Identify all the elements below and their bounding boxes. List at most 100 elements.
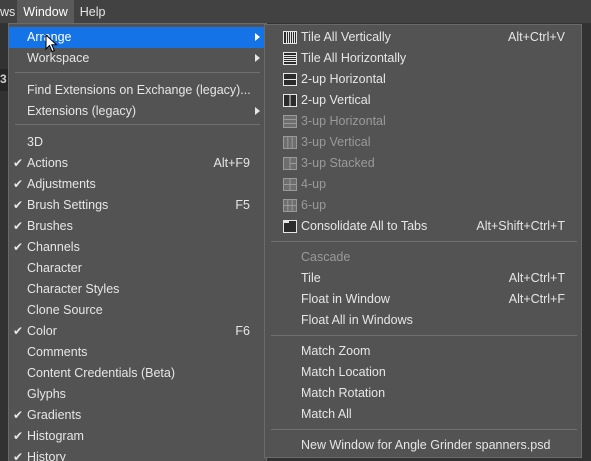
menu-item-actions[interactable]: ✔ Actions Alt+F9 [9,153,266,174]
menu-item-label: Glyphs [27,387,66,401]
menu-item-clone-source[interactable]: Clone Source [9,300,266,321]
menu-item-find-extensions-on-exchange-legacy[interactable]: Find Extensions on Exchange (legacy)... [9,80,266,101]
submenu-arrow-icon [255,107,260,115]
submenu-item-label: 3-up Horizontal [301,114,386,128]
menu-separator [15,72,260,73]
submenu-item-6-up: 6-up [265,195,581,216]
checkmark-icon: ✔ [13,198,24,212]
consolidate-tabs-icon [283,220,297,233]
submenu-item-label: Float All in Windows [301,313,413,327]
menu-item-label: Character Styles [27,282,120,296]
submenu-item-4-up: 4-up [265,174,581,195]
submenu-item-match-location[interactable]: Match Location [265,362,581,383]
submenu-item-label: 4-up [301,177,327,191]
menu-item-brush-settings[interactable]: ✔ Brush Settings F5 [9,195,266,216]
submenu-item-label: Consolidate All to Tabs [301,219,428,233]
menu-item-color[interactable]: ✔ Color F6 [9,321,266,342]
checkmark-icon: ✔ [13,408,24,422]
submenu-item-consolidate-all-to-tabs[interactable]: Consolidate All to Tabs Alt+Shift+Ctrl+T [265,216,581,237]
menu-bar-item-window[interactable]: Window [17,0,74,23]
menu-item-history[interactable]: ✔ History [9,447,266,461]
menu-item-character-styles[interactable]: Character Styles [9,279,266,300]
submenu-item-new-window-for-angle-grinder-spanners-psd[interactable]: New Window for Angle Grinder spanners.ps… [265,435,581,456]
tile-vertical-icon [283,31,297,44]
menu-item-extensions-legacy[interactable]: Extensions (legacy) [9,101,266,122]
submenu-item-shortcut: Alt+Ctrl+T [508,271,565,285]
menu-item-content-credentials-beta[interactable]: Content Credentials (Beta) [9,363,266,384]
submenu-arrow-icon [255,54,260,62]
menu-item-histogram[interactable]: ✔ Histogram [9,426,266,447]
submenu-item-tile[interactable]: Tile Alt+Ctrl+T [265,268,581,289]
submenu-item-label: Cascade [301,250,351,264]
submenu-item-match-rotation[interactable]: Match Rotation [265,383,581,404]
menu-bar-item-ws[interactable]: ws [0,0,17,23]
menu-item-brushes[interactable]: ✔ Brushes [9,216,266,237]
menu-bar: ws Window Help [0,0,591,23]
submenu-item-label: 3-up Vertical [301,135,371,149]
menu-separator [15,124,260,125]
tile-horizontal-icon [283,52,297,65]
submenu-item-shortcut: Alt+Shift+Ctrl+T [476,219,565,233]
arrange-submenu: Tile All Vertically Alt+Ctrl+V Tile All Ho… [264,24,582,458]
submenu-item-cascade: Cascade [265,247,581,268]
submenu-item-float-all-in-windows[interactable]: Float All in Windows [265,310,581,331]
menu-item-label: Color [27,324,57,338]
submenu-item-label: Match All [301,407,352,421]
menu-item-label: Brushes [27,219,73,233]
mouse-cursor-icon [45,34,58,53]
submenu-item-label: Match Location [301,365,386,379]
submenu-item-match-zoom[interactable]: Match Zoom [265,341,581,362]
submenu-item-shortcut: Alt+Ctrl+V [508,30,565,44]
4up-icon [283,178,297,191]
submenu-item-label: New Window for Angle Grinder spanners.ps… [301,438,551,452]
submenu-item-3-up-vertical: 3-up Vertical [265,132,581,153]
submenu-item-shortcut: Alt+Ctrl+F [508,292,565,306]
6up-icon [283,199,297,212]
menu-separator [271,241,577,242]
menu-bar-label: Help [79,4,106,19]
submenu-item-3-up-stacked: 3-up Stacked [265,153,581,174]
menu-item-3d[interactable]: 3D [9,132,266,153]
screen: { "menubar": { "items": [ {"label": "ws"… [0,0,591,461]
window-menu: Arrange Workspace Find Extensions on Excha… [8,23,267,461]
menu-item-label: Extensions (legacy) [27,104,137,118]
submenu-item-label: Match Zoom [301,344,371,358]
submenu-item-label: Tile All Vertically [301,30,391,44]
menu-item-label: Actions [27,156,68,170]
3up-vertical-icon [283,136,297,149]
menu-item-label: Clone Source [27,303,103,317]
checkmark-icon: ✔ [13,177,24,191]
submenu-item-label: Float in Window [301,292,390,306]
menu-item-shortcut: Alt+F9 [213,156,250,170]
menu-item-label: Content Credentials (Beta) [27,366,175,380]
menu-item-comments[interactable]: Comments [9,342,266,363]
submenu-item-float-in-window[interactable]: Float in Window Alt+Ctrl+F [265,289,581,310]
menu-item-label: Histogram [27,429,84,443]
menu-item-gradients[interactable]: ✔ Gradients [9,405,266,426]
menu-item-shortcut: F5 [235,198,250,212]
2up-horizontal-icon [283,73,297,86]
submenu-item-tile-all-horizontally[interactable]: Tile All Horizontally [265,48,581,69]
menu-item-channels[interactable]: ✔ Channels [9,237,266,258]
submenu-item-2-up-horizontal[interactable]: 2-up Horizontal [265,69,581,90]
submenu-item-3-up-horizontal: 3-up Horizontal [265,111,581,132]
menu-item-adjustments[interactable]: ✔ Adjustments [9,174,266,195]
menu-item-label: Brush Settings [27,198,109,212]
menu-separator [271,335,577,336]
background-panel-edge: 3 [0,69,8,91]
submenu-item-tile-all-vertically[interactable]: Tile All Vertically Alt+Ctrl+V [265,27,581,48]
menu-bar-label: ws [0,4,16,19]
submenu-item-label: Match Rotation [301,386,386,400]
menu-item-glyphs[interactable]: Glyphs [9,384,266,405]
submenu-item-2-up-vertical[interactable]: 2-up Vertical [265,90,581,111]
menu-item-character[interactable]: Character [9,258,266,279]
checkmark-icon: ✔ [13,219,24,233]
menu-item-label: History [27,450,66,461]
checkmark-icon: ✔ [13,240,24,254]
submenu-item-match-all[interactable]: Match All [265,404,581,425]
submenu-arrow-icon [255,33,260,41]
menu-bar-item-help[interactable]: Help [74,0,112,23]
submenu-item-label: Tile [301,271,321,285]
submenu-item-label: 3-up Stacked [301,156,375,170]
menu-item-label: Adjustments [27,177,96,191]
